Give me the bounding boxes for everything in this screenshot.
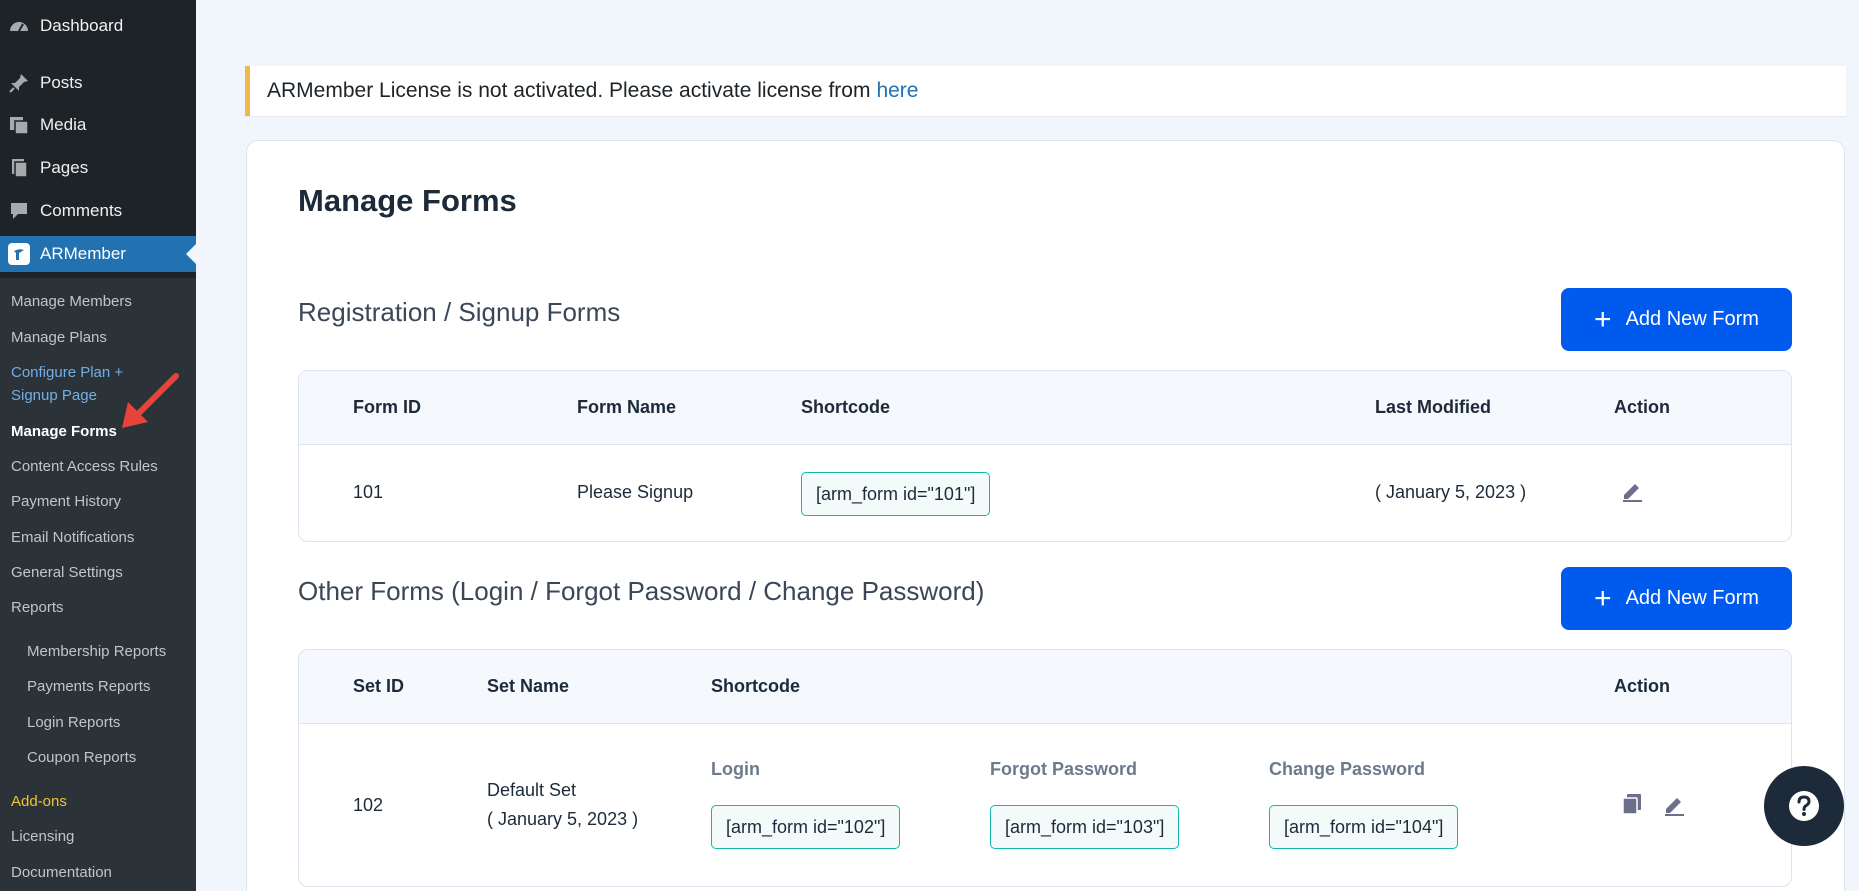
submenu-manage-forms[interactable]: Manage Forms: [11, 420, 117, 443]
comment-icon: [7, 199, 31, 223]
license-notice: ARMember License is not activated. Pleas…: [245, 66, 1846, 116]
col-form-id: Form ID: [353, 397, 422, 417]
last-modified: ( January 5, 2023 ): [1375, 482, 1527, 502]
set-name: Default Set: [487, 780, 577, 800]
col-action: Action: [1614, 397, 1670, 417]
plus-icon: +: [1594, 581, 1612, 615]
plus-icon: +: [1594, 302, 1612, 336]
set-id: 102: [353, 795, 384, 815]
submenu-payment-history[interactable]: Payment History: [11, 490, 121, 513]
submenu-signup-page[interactable]: Signup Page: [11, 384, 97, 407]
button-label: Add New Form: [1625, 587, 1759, 609]
question-icon: [1789, 791, 1819, 821]
col-action: Action: [1614, 676, 1670, 696]
col-shortcode: Shortcode: [711, 676, 801, 696]
menu-label: Media: [40, 115, 87, 134]
submenu-coupon-reports[interactable]: Coupon Reports: [27, 746, 136, 769]
shortcode-box[interactable]: [arm_form id="101"]: [801, 472, 991, 516]
edit-icon[interactable]: [1661, 791, 1687, 817]
menu-label: Comments: [40, 201, 123, 220]
submenu-manage-members[interactable]: Manage Members: [11, 290, 132, 313]
submenu-documentation[interactable]: Documentation: [11, 861, 112, 884]
col-form-name: Form Name: [577, 397, 677, 417]
col-last-modified: Last Modified: [1375, 397, 1491, 417]
add-new-form-button[interactable]: + Add New Form: [1561, 567, 1792, 630]
copy-icon[interactable]: [1619, 791, 1645, 817]
menu-dashboard[interactable]: Dashboard: [0, 8, 196, 44]
login-shortcode-box[interactable]: [arm_form id="102"]: [711, 805, 901, 849]
table-header: Form ID Form Name Shortcode Last Modifie…: [299, 371, 1791, 445]
other-forms-section-title: Other Forms (Login / Forgot Password / C…: [298, 576, 985, 606]
submenu-content-access-rules[interactable]: Content Access Rules: [11, 455, 158, 478]
menu-label: Posts: [40, 73, 83, 92]
change-password-shortcode-box[interactable]: [arm_form id="104"]: [1269, 805, 1459, 849]
armember-icon: [7, 242, 31, 266]
red-arrow-annotation: [122, 373, 179, 428]
form-id: 101: [353, 482, 384, 502]
media-icon: [7, 113, 31, 137]
submenu-licensing[interactable]: Licensing: [11, 825, 74, 848]
page-title: Manage Forms: [298, 183, 517, 218]
pages-icon: [7, 156, 31, 180]
menu-label: Dashboard: [40, 16, 124, 35]
menu-pages[interactable]: Pages: [0, 150, 196, 186]
submenu-login-reports[interactable]: Login Reports: [27, 711, 120, 734]
col-shortcode: Shortcode: [801, 397, 891, 417]
submenu-payments-reports[interactable]: Payments Reports: [27, 675, 150, 698]
form-name: Please Signup: [577, 482, 694, 502]
submenu-configure-plan[interactable]: Configure Plan +: [11, 361, 123, 384]
forgot-password-label: Forgot Password: [990, 759, 1138, 779]
menu-comments[interactable]: Comments: [0, 193, 196, 229]
menu-posts[interactable]: Posts: [0, 65, 196, 101]
col-set-name: Set Name: [487, 676, 570, 696]
login-label: Login: [711, 759, 760, 779]
submenu-membership-reports[interactable]: Membership Reports: [27, 640, 166, 663]
admin-sidebar: Dashboard Posts Media Pages Comments ARM…: [0, 0, 196, 891]
pin-icon: [7, 71, 31, 95]
col-set-id: Set ID: [353, 676, 405, 696]
registration-forms-table: Form ID Form Name Shortcode Last Modifie…: [298, 370, 1792, 542]
submenu-general-settings[interactable]: General Settings: [11, 561, 123, 584]
help-button[interactable]: [1764, 766, 1844, 846]
edit-icon[interactable]: [1619, 477, 1645, 503]
dashboard-icon: [7, 14, 31, 38]
forgot-password-shortcode-box[interactable]: [arm_form id="103"]: [990, 805, 1180, 849]
button-label: Add New Form: [1625, 308, 1759, 330]
menu-armember[interactable]: ARMember: [0, 236, 196, 272]
table-header: Set ID Set Name Shortcode Action: [299, 650, 1791, 724]
menu-label: Pages: [40, 158, 89, 177]
other-forms-table: Set ID Set Name Shortcode Action 102 Def…: [298, 649, 1792, 887]
add-new-form-button[interactable]: + Add New Form: [1561, 288, 1792, 351]
set-date: ( January 5, 2023 ): [487, 809, 639, 829]
submenu-email-notifications[interactable]: Email Notifications: [11, 526, 134, 549]
activate-license-link[interactable]: here: [876, 79, 918, 103]
change-password-label: Change Password: [1269, 759, 1426, 779]
notice-text: ARMember License is not activated. Pleas…: [267, 79, 871, 102]
submenu-manage-plans[interactable]: Manage Plans: [11, 326, 107, 349]
submenu-add-ons[interactable]: Add-ons: [11, 790, 67, 813]
menu-media[interactable]: Media: [0, 107, 196, 143]
menu-label: ARMember: [40, 244, 126, 263]
registration-section-title: Registration / Signup Forms: [298, 297, 621, 327]
submenu-reports[interactable]: Reports: [11, 596, 64, 619]
